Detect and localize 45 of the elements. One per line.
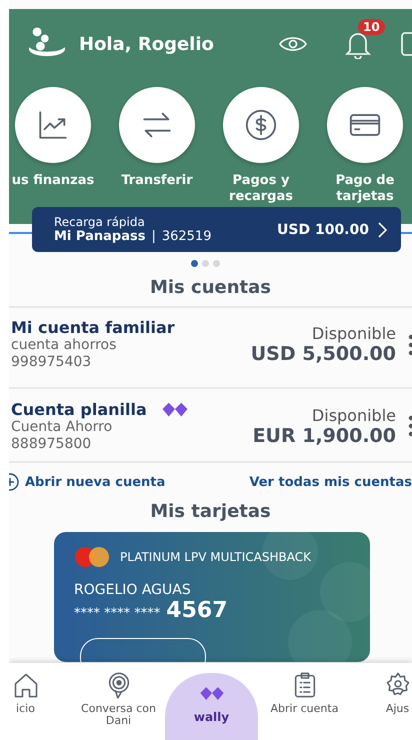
carousel-dot[interactable] — [202, 260, 209, 267]
account-name[interactable]: Cuenta planilla — [11, 400, 147, 418]
carousel-dot[interactable] — [191, 260, 198, 267]
balance-amount: EUR 1,900.00 — [252, 424, 396, 446]
door-icon[interactable] — [400, 31, 412, 57]
dollar-icon — [244, 108, 278, 142]
carousel-dot[interactable] — [213, 260, 220, 267]
view-all-accounts-link[interactable]: Ver todas mis cuentas — [249, 474, 412, 490]
account-type: cuenta ahorros — [11, 337, 118, 354]
chevron-right-icon — [377, 222, 387, 238]
nav-tab[interactable]: Abrir cuenta — [258, 663, 351, 740]
greeting: Hola, Rogelio — [79, 34, 215, 54]
notification-badge: 10 — [358, 19, 385, 35]
separator: | — [151, 229, 156, 244]
eye-icon[interactable] — [278, 34, 308, 54]
recharge-number: 362519 — [162, 229, 212, 244]
nav-tab[interactable]: Conversa con Dani — [72, 663, 165, 740]
card-product: PLATINUM LPV MULTICASHBACK — [120, 550, 311, 564]
action-label: Pagos y recargas — [228, 173, 294, 205]
action-label: Transferir — [120, 173, 194, 189]
open-account-link[interactable]: Abrir nueva cuenta — [25, 474, 244, 490]
credit-card[interactable]: PLATINUM LPV MULTICASHBACK ROGELIO AGUAS **** **** **** 4567 — [54, 532, 370, 662]
recharge-title: Recarga rápida — [54, 215, 146, 229]
account-name[interactable]: Mi cuenta familiar — [11, 318, 175, 337]
recharge-name: Mi Panapass — [54, 229, 146, 244]
card-network-icon — [74, 546, 110, 568]
card-holder: ROGELIO AGUAS — [74, 582, 192, 598]
section-title: Mis tarjetas — [149, 501, 272, 522]
balance-label: Disponible — [312, 406, 396, 424]
action-label: Pago de tarjetas — [334, 173, 396, 205]
action-label: us finanzas — [10, 173, 96, 189]
balance-amount: USD 5,500.00 — [250, 343, 396, 365]
section-title: Mis cuentas — [148, 277, 272, 298]
balance-label: Disponible — [312, 324, 396, 343]
account-number: 998975403 — [11, 354, 92, 371]
quick-recharge-card[interactable]: Recarga rápida Mi Panapass | 362519 USD 100.00 — [32, 207, 401, 252]
account-type: Cuenta Ahorro — [11, 419, 114, 436]
card-last-digits: 4567 — [166, 598, 228, 623]
nav-tab[interactable]: Ajus — [351, 663, 412, 740]
recharge-amount: USD 100.00 — [277, 222, 369, 238]
account-number: 888975800 — [11, 436, 92, 453]
home-icon — [12, 671, 40, 699]
masked-digits: **** **** **** — [74, 606, 160, 621]
nav-tab[interactable]: wally — [165, 673, 258, 740]
nav-tab[interactable]: icio — [9, 663, 72, 740]
